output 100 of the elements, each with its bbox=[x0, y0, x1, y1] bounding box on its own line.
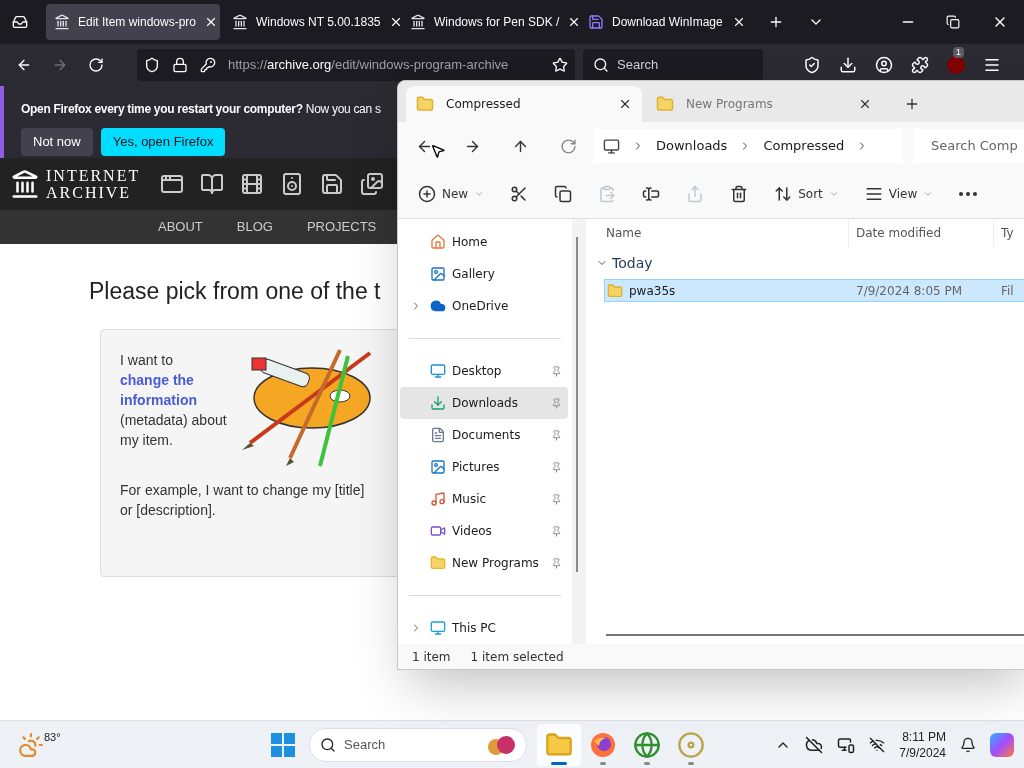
page-heading: Please pick from one of the t bbox=[89, 277, 381, 306]
restore-icon[interactable] bbox=[946, 15, 960, 29]
navigation-item[interactable]: Home bbox=[400, 226, 568, 259]
music-note-icon bbox=[430, 491, 446, 508]
notification-button[interactable]: Yes, open Firefox bbox=[100, 128, 226, 156]
close-icon[interactable] bbox=[732, 15, 746, 29]
notification-message: Open Firefox every time you restart your computer? Now you can s bbox=[21, 101, 381, 118]
folder-icon bbox=[430, 555, 446, 572]
column-header[interactable]: Date modified bbox=[848, 219, 993, 248]
images-icon[interactable] bbox=[360, 172, 385, 196]
temperature: 83° bbox=[44, 730, 61, 746]
edit-metadata-link[interactable]: change the information bbox=[120, 369, 230, 410]
network-icon[interactable] bbox=[869, 736, 886, 753]
folder-icon bbox=[545, 730, 573, 759]
extensions-icon[interactable] bbox=[911, 56, 929, 74]
more-icon bbox=[959, 192, 978, 197]
address-field[interactable]: https://archive.org/edit/windows-program-archive bbox=[137, 49, 575, 81]
taskbar-search-field[interactable]: Search bbox=[309, 727, 527, 762]
search-field[interactable]: Search bbox=[583, 49, 763, 81]
nav-link[interactable]: ABOUT bbox=[158, 217, 203, 237]
file-row[interactable]: pwa35s 7/9/2024 8:05 PM Fil bbox=[604, 279, 1024, 303]
pin-icon bbox=[551, 365, 562, 377]
navigation-label: Downloads bbox=[452, 395, 519, 413]
logo-text: INTERNET bbox=[46, 167, 141, 184]
reload-icon[interactable] bbox=[88, 57, 104, 73]
browser-tab[interactable]: Edit Item windows-pro bbox=[46, 4, 220, 40]
account-icon[interactable] bbox=[875, 56, 893, 74]
cloud-off-icon[interactable] bbox=[805, 735, 824, 754]
navigation-label: Documents bbox=[452, 427, 522, 445]
explorer-tab[interactable]: New Programs bbox=[646, 86, 882, 123]
navigation-label: This PC bbox=[452, 620, 497, 638]
lock-icon bbox=[172, 57, 188, 73]
command-button[interactable]: Sort bbox=[774, 178, 839, 211]
taskbar-app[interactable] bbox=[537, 723, 581, 766]
film-icon[interactable] bbox=[240, 172, 265, 196]
download-icon bbox=[430, 395, 446, 412]
download-icon[interactable] bbox=[839, 56, 857, 74]
copy-icon bbox=[554, 185, 573, 204]
search-placeholder: Search bbox=[344, 735, 387, 754]
search-field[interactable]: Search Comp bbox=[913, 129, 1024, 164]
search-icon bbox=[593, 57, 609, 73]
temple-icon bbox=[54, 14, 70, 30]
scrollbar[interactable] bbox=[576, 237, 578, 573]
temple-icon bbox=[232, 14, 248, 30]
new-tab-icon[interactable] bbox=[768, 14, 784, 30]
tab-title: Windows for Pen SDK / bbox=[434, 14, 560, 31]
command-button[interactable]: New bbox=[418, 178, 485, 211]
bookmark-star-icon[interactable] bbox=[552, 57, 568, 73]
browser-icon bbox=[590, 731, 616, 758]
example-text: For example, I want to change my [title] or [description]. bbox=[120, 480, 366, 520]
horizontal-scrollbar[interactable] bbox=[606, 634, 1024, 637]
tab-title: Edit Item windows-pro bbox=[78, 14, 197, 31]
clock[interactable]: 8:11 PM 7/9/2024 bbox=[899, 728, 946, 761]
nav-link[interactable]: PROJECTS bbox=[306, 217, 377, 237]
explorer-tab[interactable]: Compressed bbox=[406, 86, 642, 123]
search-icon bbox=[320, 736, 336, 753]
navigation-item[interactable]: Music bbox=[400, 483, 568, 516]
navigation-item[interactable]: Pictures bbox=[400, 451, 568, 484]
refresh-icon[interactable] bbox=[560, 137, 577, 155]
logo-text: ARCHIVE bbox=[46, 184, 133, 201]
navigation-item[interactable]: This PC bbox=[400, 612, 568, 645]
extension-badge: 1 bbox=[953, 47, 964, 58]
navigation-item[interactable]: Documents bbox=[400, 419, 568, 452]
folder-icon bbox=[416, 95, 434, 114]
sort-icon bbox=[774, 185, 793, 204]
browser-tab[interactable]: Windows for Pen SDK / bbox=[402, 4, 576, 40]
clipboard-icon bbox=[598, 185, 617, 204]
file-name: pwa35s bbox=[629, 282, 676, 300]
address-field[interactable]: Downloads Compressed bbox=[593, 129, 903, 164]
navigation-label: OneDrive bbox=[452, 298, 510, 316]
copilot-icon[interactable] bbox=[990, 732, 1014, 757]
computer-icon bbox=[603, 137, 620, 155]
trash-icon bbox=[730, 185, 749, 204]
notification-button[interactable]: Not now bbox=[21, 128, 93, 156]
navigation-item[interactable]: Videos bbox=[400, 515, 568, 548]
navigation-item[interactable]: Downloads bbox=[400, 387, 568, 420]
breadcrumb-item[interactable]: Downloads bbox=[656, 136, 728, 156]
column-header[interactable]: Ty bbox=[993, 219, 1014, 248]
notification-bell-icon[interactable] bbox=[960, 736, 976, 753]
key-icon bbox=[200, 57, 216, 73]
navigation-label: Gallery bbox=[452, 266, 496, 284]
web-icon[interactable] bbox=[160, 172, 185, 196]
search-placeholder: Search bbox=[617, 56, 659, 75]
column-header[interactable]: Name bbox=[586, 219, 848, 248]
browser-tab[interactable]: Download WinImage bbox=[580, 4, 754, 40]
nav-link[interactable]: BLOG bbox=[236, 217, 273, 237]
navigation-item[interactable]: Gallery bbox=[400, 258, 568, 291]
command-button[interactable]: View bbox=[864, 178, 934, 211]
menu-icon[interactable] bbox=[983, 56, 1001, 74]
picture-icon bbox=[430, 266, 446, 283]
navigation-item[interactable]: Desktop bbox=[400, 355, 568, 388]
browser-tab[interactable]: Windows NT 5.00.1835 bbox=[224, 4, 398, 40]
navigation-item[interactable]: New Programs bbox=[400, 547, 568, 580]
breadcrumb-item[interactable]: Compressed bbox=[763, 136, 845, 156]
back-icon[interactable] bbox=[16, 57, 32, 73]
navigation-item[interactable]: OneDrive bbox=[400, 290, 568, 323]
picture-icon bbox=[430, 459, 446, 476]
book-icon[interactable] bbox=[200, 172, 225, 196]
devices-icon[interactable] bbox=[837, 735, 856, 754]
home-icon bbox=[430, 234, 446, 251]
